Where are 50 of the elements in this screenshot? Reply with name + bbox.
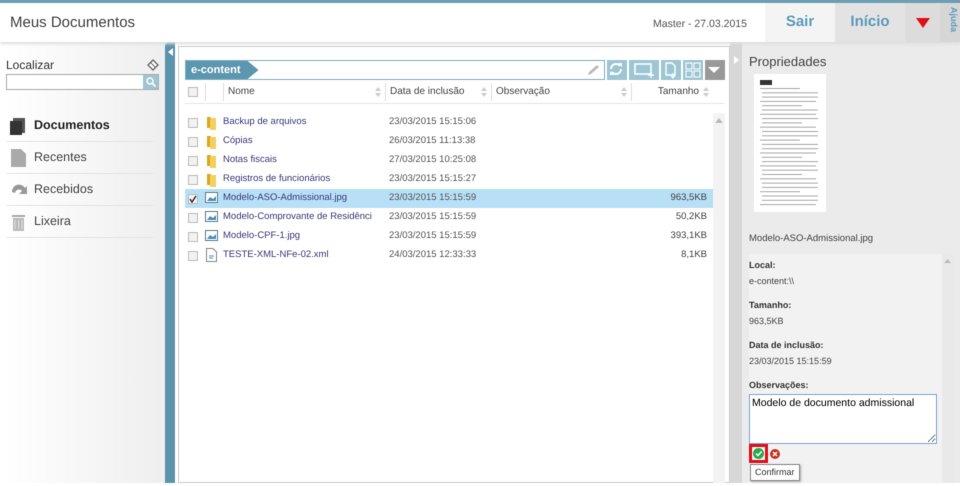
- field-label: Data de inclusão:: [749, 338, 825, 352]
- notes-field[interactable]: Modelo de documento admissional: [749, 394, 937, 444]
- column-header[interactable]: Observação: [491, 82, 631, 100]
- file-name: Modelo-CPF-1.jpg: [223, 229, 302, 244]
- file-name: TESTE-XML-NFe-02.xml: [223, 248, 330, 262]
- file-date: 23/03/2015 15:15:59: [388, 210, 478, 224]
- file-date: 23/03/2015 15:15:59: [388, 229, 478, 244]
- column-header[interactable]: Nome: [223, 82, 385, 100]
- sidebar-item[interactable]: Lixeira: [6, 206, 153, 238]
- file-name: Modelo-ASO-Admissional.jpg: [749, 232, 874, 246]
- file-row[interactable]: Cópias 26/03/2015 11:13:38: [185, 132, 713, 151]
- file-name: Modelo-ASO-Admissional.jpg: [223, 191, 348, 206]
- file-row[interactable]: Registros de funcionários 23/03/2015 15:15:27: [185, 170, 713, 189]
- file-date: 23/03/2015 15:15:27: [388, 172, 478, 186]
- file-date: 23/03/2015 15:15:59: [388, 191, 478, 206]
- file-size: 8,1KB: [680, 248, 708, 262]
- file-name: Modelo-Comprovante de Residênci: [223, 210, 373, 224]
- field-label: Tamanho:: [749, 298, 792, 312]
- file-row[interactable]: Modelo-ASO-Admissional.jpg 23/03/2015 15:15:59 963,5KB: [185, 189, 713, 208]
- file-row[interactable]: Notas fiscais 27/03/2015 10:25:08: [185, 151, 713, 170]
- file-name: Registros de funcionários: [223, 172, 332, 186]
- file-row[interactable]: Modelo-Comprovante de Residênci 23/03/2015 15:15:59 50,2KB: [185, 208, 713, 227]
- user-date: Master - 27.03.2015: [653, 17, 748, 32]
- file-name: Backup de arquivos: [223, 115, 308, 130]
- tooltip: Confirmar: [750, 464, 800, 481]
- file-row[interactable]: TESTE-XML-NFe-02.xml 24/03/2015 12:33:33 8,1KB: [185, 246, 713, 265]
- file-name: Cópias: [223, 134, 254, 148]
- page-title: Meus Documentos: [9, 13, 136, 33]
- sidebar-item[interactable]: Recebidos: [6, 174, 153, 206]
- search-label: Localizar: [6, 57, 54, 74]
- field-value: 963,5KB: [749, 315, 785, 328]
- field-value: e-content:\\: [749, 275, 796, 288]
- file-size: 50,2KB: [674, 210, 708, 224]
- field-label: Local:: [749, 258, 777, 272]
- field-label: Observações:: [749, 378, 810, 392]
- file-date: 27/03/2015 10:25:08: [388, 153, 478, 168]
- file-date: 26/03/2015 11:13:38: [388, 134, 476, 148]
- panel-title: Propriedades: [749, 53, 828, 71]
- file-name: Notas fiscais: [223, 153, 278, 168]
- file-size: 963,5KB: [670, 191, 708, 206]
- sidebar-item[interactable]: Recentes: [6, 142, 153, 174]
- file-date: 24/03/2015 12:33:33: [388, 248, 478, 262]
- file-size: 393,1KB: [670, 229, 708, 244]
- column-header[interactable]: Tamanho: [631, 82, 713, 100]
- file-date: 23/03/2015 15:15:06: [388, 115, 478, 130]
- field-value: 23/03/2015 15:15:59: [749, 355, 833, 368]
- file-row[interactable]: Backup de arquivos 23/03/2015 15:15:06: [185, 113, 713, 132]
- column-header[interactable]: Data de inclusão: [385, 82, 491, 100]
- sidebar-item[interactable]: Documentos: [6, 110, 153, 142]
- file-row[interactable]: Modelo-CPF-1.jpg 23/03/2015 15:15:59 393,1KB: [185, 227, 713, 246]
